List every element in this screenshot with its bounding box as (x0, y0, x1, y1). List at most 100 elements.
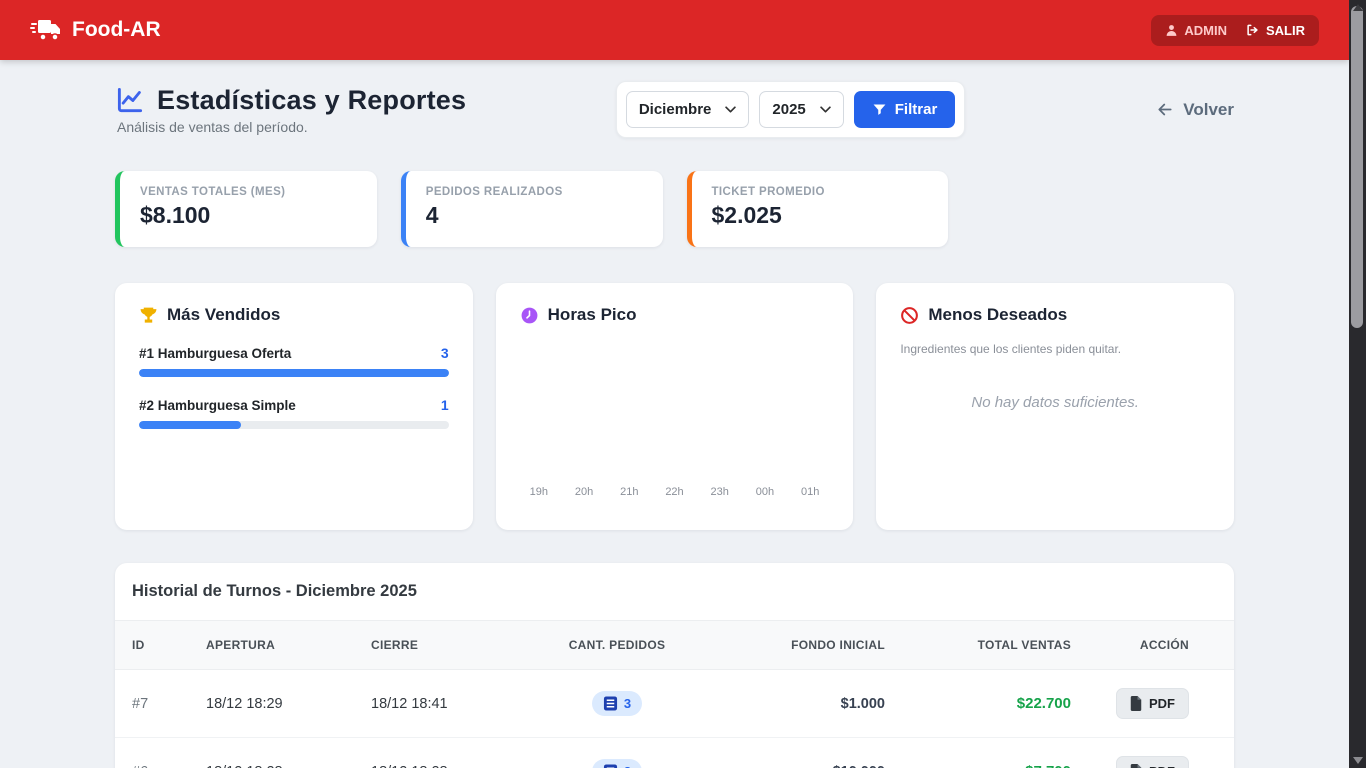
pdf-button[interactable]: PDF (1116, 756, 1189, 768)
chevron-down-icon (820, 106, 831, 113)
title-block: Estadísticas y Reportes Análisis de vent… (115, 85, 466, 135)
back-link-label: Volver (1183, 100, 1234, 120)
month-select-value: Diciembre (639, 101, 712, 118)
shift-id: #6 (115, 738, 206, 768)
least-wanted-subtitle: Ingredientes que los clientes piden quit… (900, 342, 1210, 356)
year-select[interactable]: 2025 (759, 91, 843, 128)
shift-close: 18/12 18:28 (371, 738, 498, 768)
pdf-file-icon (1130, 764, 1142, 768)
scrollbar-down-arrow[interactable] (1353, 757, 1363, 764)
peak-hours-title: Horas Pico (548, 305, 637, 325)
arrow-left-icon (1155, 101, 1175, 118)
progress-bar (139, 369, 449, 377)
logout-icon (1245, 23, 1260, 37)
best-sellers-title: Más Vendidos (167, 305, 280, 325)
filter-button[interactable]: Filtrar (854, 91, 956, 128)
trophy-icon (139, 306, 158, 325)
initial-fund: $1.000 (736, 670, 885, 738)
table-row: #6 18/12 18:28 18/12 18:28 2 $10.000 (115, 738, 1234, 768)
col-fondo-inicial: FONDO INICIAL (736, 621, 885, 670)
orders-badge: 3 (592, 691, 642, 716)
progress-bar (139, 421, 449, 429)
table-row: #7 18/12 18:29 18/12 18:41 3 $1.000 (115, 670, 1234, 738)
stat-value: 4 (426, 202, 643, 229)
year-select-value: 2025 (772, 101, 805, 118)
funnel-icon (872, 102, 887, 117)
chevron-down-icon (725, 106, 736, 113)
receipt-list-icon (603, 696, 618, 711)
page-title: Estadísticas y Reportes (157, 85, 466, 116)
shifts-table-title: Historial de Turnos - Diciembre 2025 (115, 563, 1234, 620)
total-sales: $22.700 (885, 670, 1071, 738)
no-data-message: No hay datos suficientes. (900, 394, 1210, 411)
stat-value: $2.025 (712, 202, 929, 229)
chart-line-icon (115, 85, 145, 115)
shift-open: 18/12 18:28 (206, 738, 371, 768)
pdf-file-icon (1130, 696, 1142, 711)
progress-fill (139, 369, 449, 377)
peak-hours-chart-area (520, 325, 830, 486)
peak-hours-panel: Horas Pico 19h 20h 21h 22h 23h 00h 01h (496, 283, 854, 530)
shift-close: 18/12 18:41 (371, 670, 498, 738)
scrollbar[interactable] (1349, 0, 1366, 768)
shifts-table-card: Historial de Turnos - Diciembre 2025 ID … (115, 563, 1234, 768)
product-count: 1 (441, 397, 449, 413)
brand[interactable]: Food-AR (30, 17, 161, 43)
shift-orders-cell: 2 (498, 738, 736, 768)
delivery-truck-icon (30, 17, 62, 43)
stat-card-orders: PEDIDOS REALIZADOS 4 (401, 171, 663, 247)
shifts-table: ID APERTURA CIERRE CANT. PEDIDOS FONDO I… (115, 620, 1234, 768)
shift-orders-cell: 3 (498, 670, 736, 738)
orders-count: 2 (624, 764, 631, 768)
navbar: Food-AR ADMIN SALIR (0, 0, 1349, 60)
best-sellers-panel: Más Vendidos #1 Hamburguesa Oferta 3 #2 … (115, 283, 473, 530)
table-header-row: ID APERTURA CIERRE CANT. PEDIDOS FONDO I… (115, 621, 1234, 670)
col-accion: ACCIÓN (1071, 621, 1234, 670)
stat-label: PEDIDOS REALIZADOS (426, 186, 643, 198)
scrollbar-thumb[interactable] (1351, 6, 1363, 328)
product-count: 3 (441, 345, 449, 361)
initial-fund: $10.000 (736, 738, 885, 768)
best-seller-item: #2 Hamburguesa Simple 1 (139, 397, 449, 429)
header-row: Estadísticas y Reportes Análisis de vent… (115, 81, 1234, 138)
filter-button-label: Filtrar (895, 101, 938, 118)
stats-grid: VENTAS TOTALES (MES) $8.100 PEDIDOS REAL… (115, 171, 1234, 247)
brand-name: Food-AR (72, 18, 161, 42)
month-select[interactable]: Diciembre (626, 91, 750, 128)
scrollbar-up-arrow[interactable] (1353, 4, 1363, 11)
stat-card-avg-ticket: TICKET PROMEDIO $2.025 (687, 171, 949, 247)
hour-tick: 21h (620, 486, 638, 498)
logout-button[interactable]: SALIR (1245, 23, 1305, 38)
admin-user[interactable]: ADMIN (1165, 23, 1227, 38)
hour-tick: 23h (711, 486, 729, 498)
main-content: Estadísticas y Reportes Análisis de vent… (115, 60, 1234, 768)
action-cell: PDF (1071, 670, 1234, 738)
product-label: #1 Hamburguesa Oferta (139, 346, 291, 361)
pdf-button[interactable]: PDF (1116, 688, 1189, 719)
receipt-list-icon (603, 764, 618, 768)
stat-value: $8.100 (140, 202, 357, 229)
hour-tick: 01h (801, 486, 819, 498)
hour-tick: 00h (756, 486, 774, 498)
col-apertura: APERTURA (206, 621, 371, 670)
orders-count: 3 (624, 696, 631, 711)
panels-grid: Más Vendidos #1 Hamburguesa Oferta 3 #2 … (115, 283, 1234, 530)
col-cierre: CIERRE (371, 621, 498, 670)
logout-label: SALIR (1266, 23, 1305, 38)
page: Food-AR ADMIN SALIR (0, 0, 1349, 768)
hour-tick: 19h (530, 486, 548, 498)
hours-axis: 19h 20h 21h 22h 23h 00h 01h (520, 486, 830, 498)
pdf-button-label: PDF (1149, 764, 1175, 768)
shift-id: #7 (115, 670, 206, 738)
admin-label: ADMIN (1184, 23, 1227, 38)
ban-icon (900, 306, 919, 325)
stat-card-total-sales: VENTAS TOTALES (MES) $8.100 (115, 171, 377, 247)
col-total-ventas: TOTAL VENTAS (885, 621, 1071, 670)
best-seller-item: #1 Hamburguesa Oferta 3 (139, 345, 449, 377)
clock-icon (520, 306, 539, 325)
page-subtitle: Análisis de ventas del período. (117, 119, 466, 135)
progress-fill (139, 421, 241, 429)
back-link[interactable]: Volver (1155, 100, 1234, 120)
col-id: ID (115, 621, 206, 670)
hour-tick: 22h (665, 486, 683, 498)
